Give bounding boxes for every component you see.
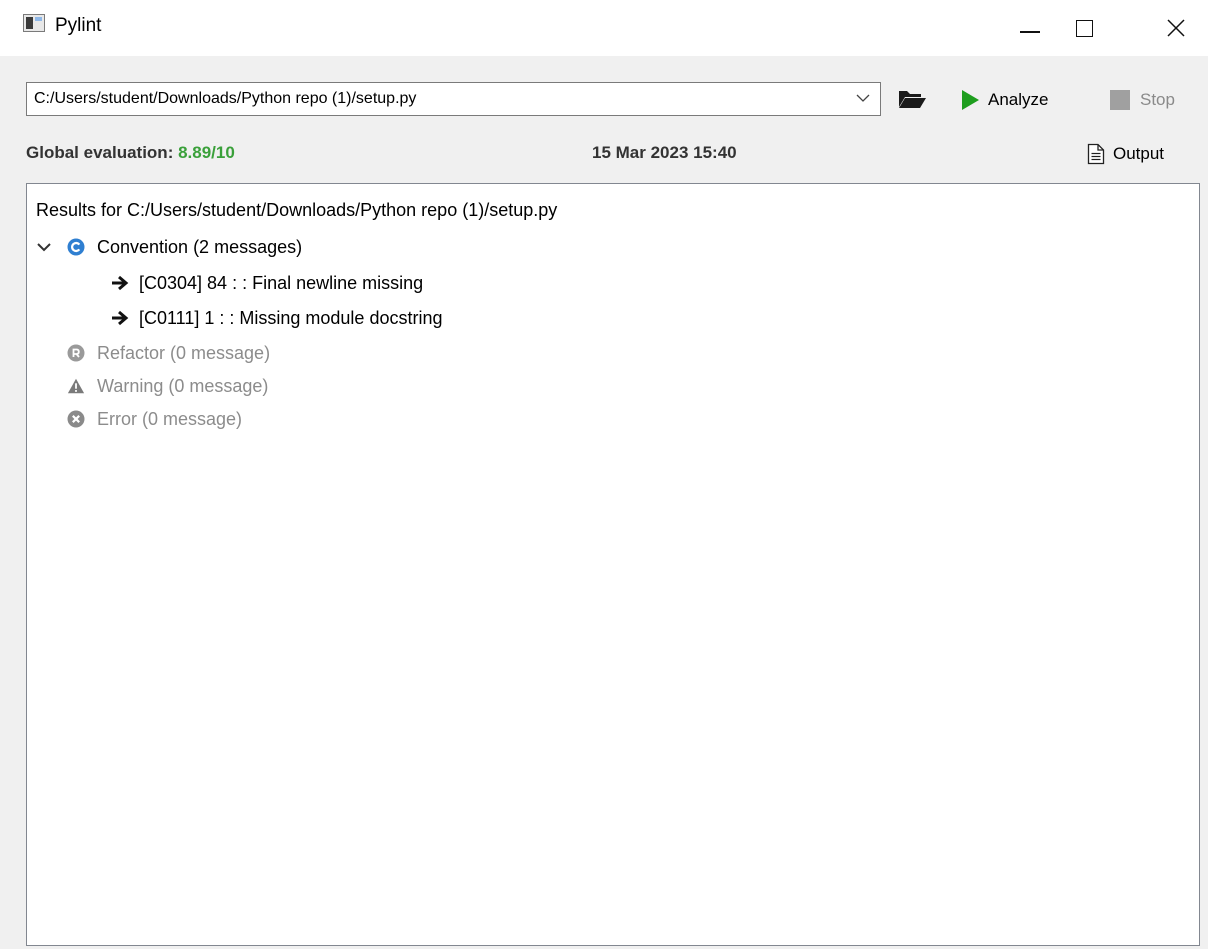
message-item[interactable]: [C0111] 1 : : Missing module docstring (111, 305, 442, 331)
arrow-right-icon (111, 275, 129, 291)
tree-item-label: Error (0 message) (97, 408, 243, 429)
close-icon (1167, 19, 1185, 37)
chevron-down-icon[interactable] (37, 242, 51, 252)
minimize-button[interactable] (1002, 0, 1058, 56)
results-header: Results for C:/Users/student/Downloads/P… (36, 200, 558, 220)
tree-item-convention[interactable]: Convention (2 messages) (37, 234, 302, 260)
stop-icon (1110, 90, 1130, 110)
app-icon (23, 14, 45, 32)
tree-item-warning[interactable]: Warning (0 message) (67, 373, 268, 399)
tree-item-label: Warning (0 message) (97, 375, 269, 396)
warning-icon (67, 377, 85, 395)
chevron-down-icon[interactable] (856, 91, 870, 105)
evaluation-date: 15 Mar 2023 15:40 (592, 143, 737, 162)
tree-item-label: Refactor (0 message) (97, 342, 271, 363)
stop-label: Stop (1140, 90, 1175, 109)
message-item[interactable]: [C0304] 84 : : Final newline missing (111, 270, 423, 296)
file-path-combobox[interactable]: C:/Users/student/Downloads/Python repo (… (26, 82, 881, 116)
window-title: Pylint (55, 15, 102, 36)
global-evaluation: Global evaluation: 8.89/10 (26, 143, 235, 163)
global-evaluation-label: Global evaluation: (26, 143, 174, 162)
maximize-icon (1075, 19, 1093, 37)
file-path-value: C:/Users/student/Downloads/Python repo (… (34, 90, 417, 107)
message-label: [C0111] 1 : : Missing module docstring (139, 307, 443, 328)
results-tree[interactable]: Results for C:/Users/student/Downloads/P… (26, 183, 1200, 946)
tree-item-refactor[interactable]: Refactor (0 message) (67, 340, 270, 366)
output-button[interactable]: Output (1087, 140, 1164, 168)
document-icon (1087, 143, 1105, 165)
convention-icon (67, 238, 85, 256)
arrow-right-icon (111, 310, 129, 326)
play-icon (962, 90, 979, 110)
minimize-icon (1020, 31, 1040, 33)
refactor-icon (67, 344, 85, 362)
message-label: [C0304] 84 : : Final newline missing (139, 272, 424, 293)
tree-item-error[interactable]: Error (0 message) (67, 406, 242, 432)
stop-button[interactable]: Stop (1110, 86, 1175, 114)
open-folder-button[interactable] (897, 87, 927, 111)
folder-open-icon (899, 91, 926, 108)
analyze-button[interactable]: Analyze (960, 86, 1048, 114)
tree-item-label: Convention (2 messages) (97, 236, 303, 257)
output-label: Output (1113, 144, 1165, 163)
global-evaluation-score: 8.89/10 (178, 143, 235, 162)
error-icon (67, 410, 85, 428)
maximize-button[interactable] (1056, 0, 1112, 56)
analyze-label: Analyze (988, 90, 1049, 109)
title-bar: Pylint (0, 0, 1208, 56)
close-button[interactable] (1148, 0, 1204, 56)
